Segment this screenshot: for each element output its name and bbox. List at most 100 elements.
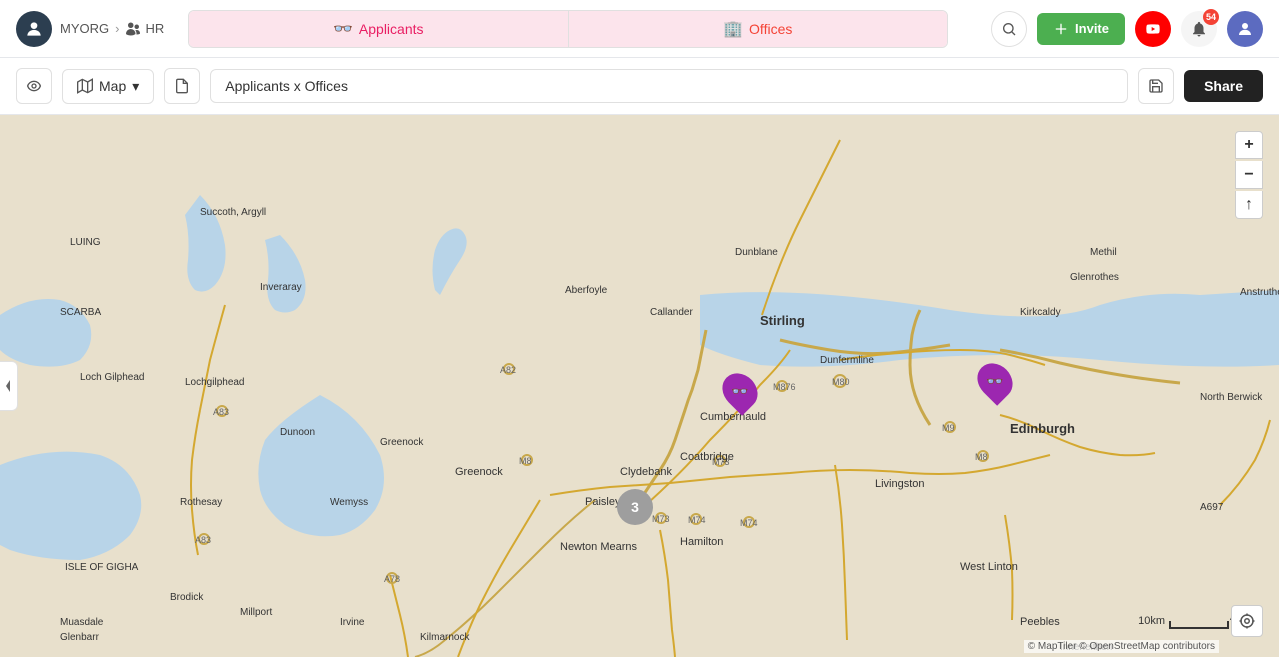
svg-text:Muasdale: Muasdale xyxy=(60,617,104,628)
svg-text:Clydebank: Clydebank xyxy=(620,466,672,478)
tab-applicants[interactable]: 👓 Applicants xyxy=(189,11,569,47)
report-name-input[interactable] xyxy=(210,69,1128,103)
svg-text:Callander: Callander xyxy=(650,307,693,318)
svg-text:M8: M8 xyxy=(519,456,532,466)
youtube-button[interactable] xyxy=(1135,11,1171,47)
svg-text:Greenock: Greenock xyxy=(455,466,503,478)
svg-text:M9: M9 xyxy=(942,423,955,433)
tab-applicants-label: Applicants xyxy=(359,21,424,37)
pin-icon-2: 👓 xyxy=(986,373,1003,390)
svg-text:M876: M876 xyxy=(773,382,796,392)
svg-text:Dunblane: Dunblane xyxy=(735,247,778,258)
map-controls: + − ↑ xyxy=(1235,131,1263,219)
svg-text:Wemyss: Wemyss xyxy=(330,497,368,508)
scale-label: 10km xyxy=(1138,615,1165,627)
org-name[interactable]: MYORG xyxy=(60,21,109,36)
cluster-marker[interactable]: 3 xyxy=(617,489,653,525)
app-logo xyxy=(16,11,52,47)
hr-section[interactable]: HR xyxy=(125,21,164,37)
svg-text:Rothesay: Rothesay xyxy=(180,497,222,508)
invite-button[interactable]: Invite xyxy=(1037,13,1125,45)
svg-text:Inveraray: Inveraray xyxy=(260,282,302,293)
side-panel-toggle[interactable] xyxy=(0,361,18,411)
svg-text:Lochgilphead: Lochgilphead xyxy=(185,377,245,388)
map-container[interactable]: M80 M876 M73 M74 M73 M74 M8 M8 M9 A82 A8… xyxy=(0,115,1279,657)
scale-bar: 10km xyxy=(1138,615,1229,629)
svg-text:Dunfermline: Dunfermline xyxy=(820,355,874,366)
view-toggle-button[interactable] xyxy=(16,68,52,104)
svg-text:M73: M73 xyxy=(652,514,670,524)
svg-text:A78: A78 xyxy=(384,574,400,584)
org-nav: MYORG › HR xyxy=(60,21,164,37)
map-pin-1[interactable]: 👓 xyxy=(724,372,756,410)
tab-group: 👓 Applicants 🏢 Offices xyxy=(188,10,948,48)
svg-text:Anstruther: Anstruther xyxy=(1240,287,1279,298)
svg-text:Livingston: Livingston xyxy=(875,478,925,490)
zoom-out-button[interactable]: − xyxy=(1235,161,1263,189)
map-label: Map xyxy=(99,78,126,94)
svg-text:M8: M8 xyxy=(975,452,988,462)
notification-badge: 54 xyxy=(1203,9,1219,25)
svg-text:M74: M74 xyxy=(740,518,758,528)
offices-icon: 🏢 xyxy=(723,19,743,39)
search-button[interactable] xyxy=(991,11,1027,47)
svg-text:Kilmarnock: Kilmarnock xyxy=(420,632,470,643)
tab-offices[interactable]: 🏢 Offices xyxy=(569,11,948,47)
share-label: Share xyxy=(1204,78,1243,94)
hr-name-label: HR xyxy=(145,21,164,36)
svg-text:Methil: Methil xyxy=(1090,247,1117,258)
svg-text:Millport: Millport xyxy=(240,607,272,618)
user-avatar[interactable] xyxy=(1227,11,1263,47)
save-button[interactable] xyxy=(1138,68,1174,104)
svg-text:North Berwick: North Berwick xyxy=(1200,392,1263,403)
svg-text:Succoth, Argyll: Succoth, Argyll xyxy=(200,207,266,218)
svg-text:Paisley: Paisley xyxy=(585,496,621,508)
share-button[interactable]: Share xyxy=(1184,70,1263,102)
svg-text:Peebles: Peebles xyxy=(1020,616,1060,628)
svg-text:Loch Gilphead: Loch Gilphead xyxy=(80,372,145,383)
svg-text:Edinburgh: Edinburgh xyxy=(1010,421,1075,436)
file-button[interactable] xyxy=(164,68,200,104)
pin-icon-1: 👓 xyxy=(731,383,748,400)
svg-text:Brodick: Brodick xyxy=(170,592,204,603)
svg-text:Coatbridge: Coatbridge xyxy=(680,451,734,463)
svg-text:Hamilton: Hamilton xyxy=(680,536,723,548)
svg-text:A83: A83 xyxy=(213,407,229,417)
svg-text:Greenock: Greenock xyxy=(380,437,424,448)
applicants-icon: 👓 xyxy=(333,19,353,39)
reset-north-button[interactable]: ↑ xyxy=(1235,191,1263,219)
svg-text:Stirling: Stirling xyxy=(760,313,805,328)
svg-text:A82: A82 xyxy=(500,365,516,375)
svg-text:Aberfoyle: Aberfoyle xyxy=(565,285,608,296)
svg-text:Glenrothes: Glenrothes xyxy=(1070,272,1119,283)
svg-text:ISLE OF GIGHA: ISLE OF GIGHA xyxy=(65,562,139,573)
scale-line xyxy=(1169,621,1229,629)
map-pin-2[interactable]: 👓 xyxy=(979,362,1011,400)
zoom-in-button[interactable]: + xyxy=(1235,131,1263,159)
map-attribution: © MapTiler © OpenStreetMap contributors xyxy=(1024,640,1219,653)
header: MYORG › HR 👓 Applicants 🏢 Offices xyxy=(0,0,1279,58)
toolbar: Map ▾ Share xyxy=(0,58,1279,115)
svg-text:Cumbernauld: Cumbernauld xyxy=(700,411,766,423)
logo-area: MYORG › HR xyxy=(16,11,176,47)
location-button[interactable] xyxy=(1231,605,1263,637)
svg-text:West Linton: West Linton xyxy=(960,561,1018,573)
invite-label: Invite xyxy=(1075,21,1109,36)
map-dropdown-button[interactable]: Map ▾ xyxy=(62,69,154,104)
svg-text:Newton Mearns: Newton Mearns xyxy=(560,541,638,553)
svg-text:Irvine: Irvine xyxy=(340,617,365,628)
svg-text:Dunoon: Dunoon xyxy=(280,427,315,438)
notifications-button[interactable]: 54 xyxy=(1181,11,1217,47)
map-svg: M80 M876 M73 M74 M73 M74 M8 M8 M9 A82 A8… xyxy=(0,115,1279,657)
svg-text:A83: A83 xyxy=(195,535,211,545)
svg-text:Glenbarr: Glenbarr xyxy=(60,632,100,643)
svg-text:A697: A697 xyxy=(1200,502,1224,513)
cluster-count: 3 xyxy=(631,499,639,515)
svg-text:SCARBA: SCARBA xyxy=(60,307,101,318)
map-dropdown-icon: ▾ xyxy=(132,78,139,95)
breadcrumb-chevron: › xyxy=(115,21,119,36)
tab-offices-label: Offices xyxy=(749,21,792,37)
header-right: Invite 54 xyxy=(991,11,1263,47)
svg-text:M80: M80 xyxy=(832,377,850,387)
svg-text:LUING: LUING xyxy=(70,237,101,248)
